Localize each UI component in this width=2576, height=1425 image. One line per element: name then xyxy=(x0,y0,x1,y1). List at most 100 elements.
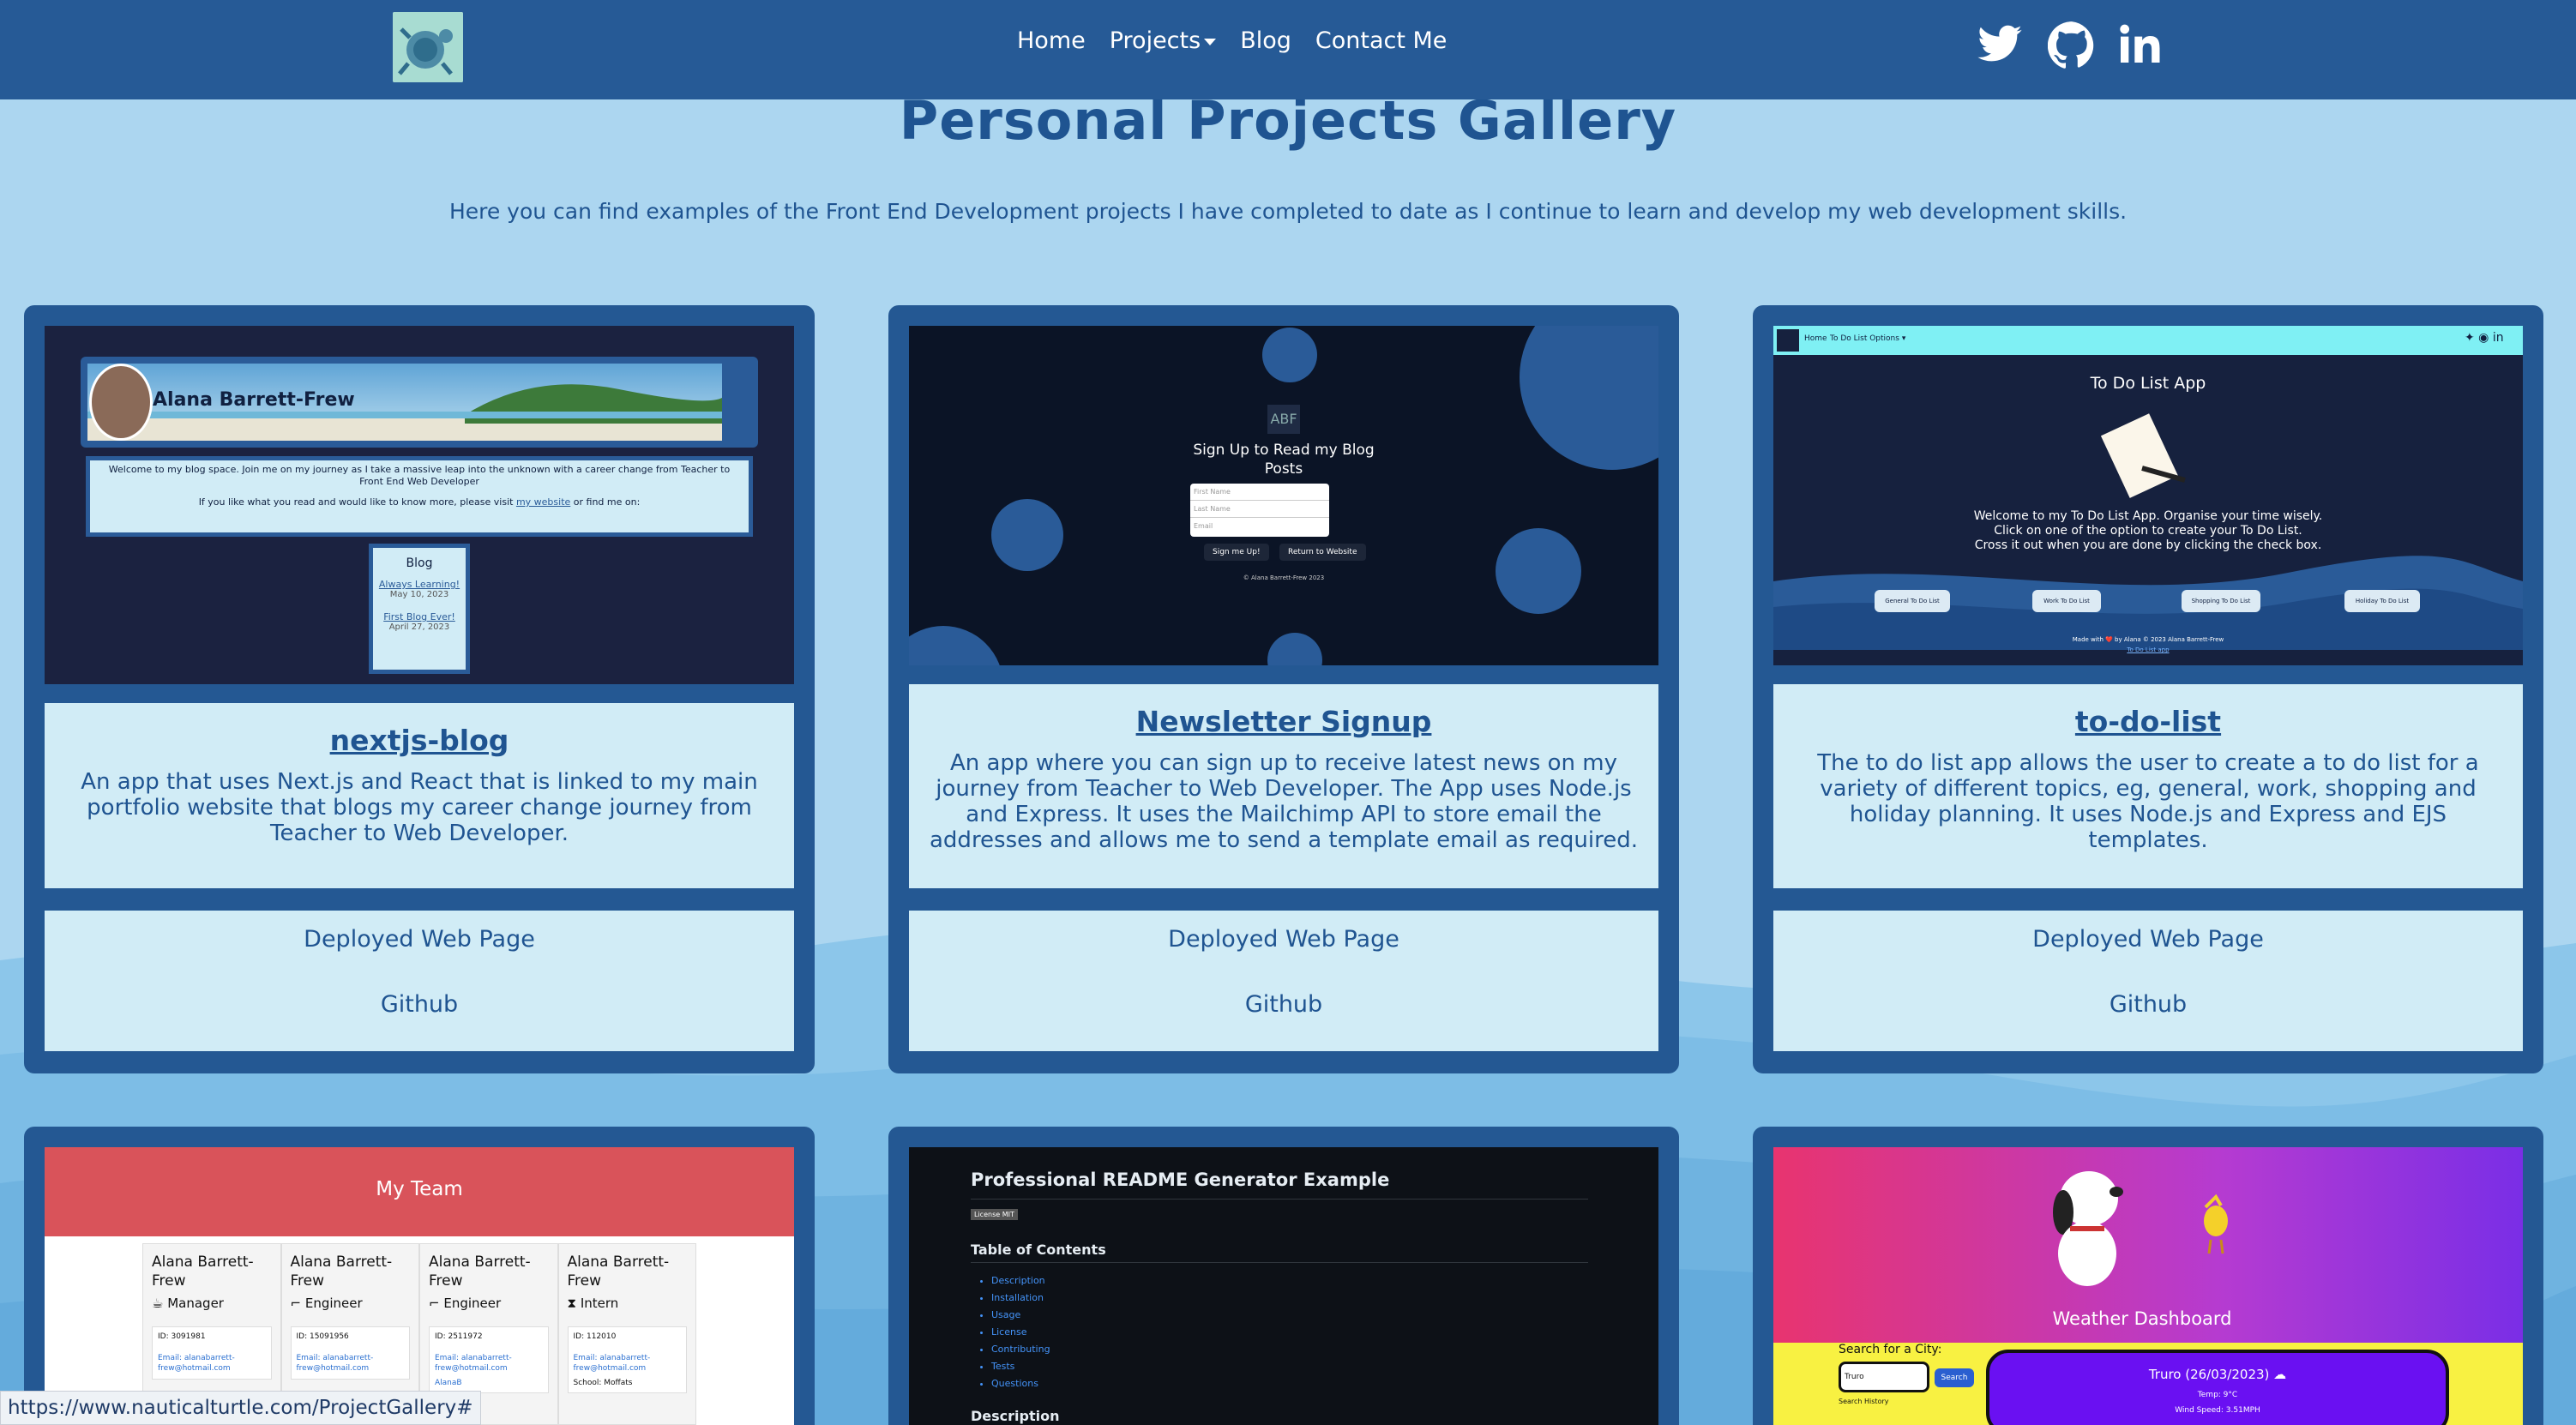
member-name: Alana Barrett-Frew xyxy=(429,1254,531,1290)
card-title-link[interactable]: Newsletter Signup xyxy=(930,705,1638,738)
todo-heading: To Do List App xyxy=(2090,374,2206,393)
toc-link[interactable]: Tests xyxy=(991,1358,1050,1375)
project-card-nextjs-blog: Alana Barrett-Frew Welcome to my blog sp… xyxy=(24,305,815,1073)
signup-heading-line: Posts xyxy=(1264,460,1303,478)
cloud-icon: ☁ xyxy=(2273,1367,2287,1382)
first-name-input[interactable]: First Name xyxy=(1190,484,1329,501)
project-screenshot: Professional README Generator Example Li… xyxy=(909,1147,1658,1425)
toc-link[interactable]: Installation xyxy=(991,1290,1050,1307)
github-link[interactable]: Github xyxy=(909,991,1658,1018)
github-link[interactable]: Github xyxy=(1773,991,2523,1018)
search-label: Search for a City: xyxy=(1839,1343,1942,1356)
todo-list-button[interactable]: Holiday To Do List xyxy=(2344,590,2420,612)
return-website-button[interactable]: Return to Website xyxy=(1279,544,1366,561)
member-id: ID: 112010 xyxy=(573,1332,617,1341)
toc-link[interactable]: Contributing xyxy=(991,1341,1050,1358)
member-role-label: Manager xyxy=(167,1296,224,1311)
sign-me-up-button[interactable]: Sign me Up! xyxy=(1204,544,1269,561)
member-details: ID: 15091956 Email: alanabarrett-frew@ho… xyxy=(290,1326,410,1380)
project-screenshot: ABF Sign Up to Read my Blog Posts First … xyxy=(909,326,1658,665)
toc-list: Description Installation Usage License C… xyxy=(991,1272,1050,1392)
woodstock-image xyxy=(2204,1194,2228,1254)
toc-link[interactable]: License xyxy=(991,1324,1050,1341)
blog-list: Blog Always Learning! May 10, 2023 First… xyxy=(369,544,470,674)
nav-projects-dropdown[interactable]: Projects xyxy=(1110,27,1217,54)
divider xyxy=(971,1199,1588,1200)
nav-home[interactable]: Home xyxy=(1017,27,1086,54)
linkedin-icon[interactable] xyxy=(2115,21,2163,69)
member-id: ID: 15091956 xyxy=(296,1332,349,1341)
todo-list-button[interactable]: Work To Do List xyxy=(2032,590,2101,612)
todo-navbar: Home To Do List Options ▾ ✦ ◉ in xyxy=(1773,326,2523,355)
member-github-link[interactable]: AlanaB xyxy=(435,1379,543,1387)
email-input[interactable]: Email xyxy=(1190,518,1329,535)
deployed-page-link[interactable]: Deployed Web Page xyxy=(1773,926,2523,953)
current-city: Truro (26/03/2023) ☁ xyxy=(1989,1367,2446,1382)
todo-nav-home[interactable]: Home xyxy=(1804,334,1827,343)
twitter-icon[interactable] xyxy=(1976,21,2024,69)
member-name: Alana Barrett-Frew xyxy=(567,1254,670,1290)
member-email-link[interactable]: Email: alanabarrett-frew@hotmail.com xyxy=(574,1353,682,1374)
blog-findme: or find me on: xyxy=(573,496,641,508)
member-email-link[interactable]: Email: alanabarrett-frew@hotmail.com xyxy=(435,1353,543,1374)
blog-visit: If you like what you read and would like… xyxy=(198,496,514,508)
card-description: An app that uses Next.js and React that … xyxy=(81,769,758,846)
card-title-link[interactable]: to-do-list xyxy=(1794,705,2502,738)
turtle-icon xyxy=(393,12,463,82)
card-title-link[interactable]: nextjs-blog xyxy=(65,724,773,757)
member-details: ID: 3091981 Email: alanabarrett-frew@hot… xyxy=(152,1326,272,1380)
project-screenshot: Weather Dashboard Search for a City: Tru… xyxy=(1773,1147,2523,1425)
weather-search-band: Search for a City: Truro Search Search H… xyxy=(1773,1343,2523,1425)
current-city-label: Truro (26/03/2023) xyxy=(2148,1367,2270,1382)
member-school: School: Moffats xyxy=(573,1379,633,1387)
deployed-page-link[interactable]: Deployed Web Page xyxy=(45,926,794,953)
member-name: Alana Barrett-Frew xyxy=(152,1254,254,1290)
todo-intro: Welcome to my To Do List App. Organise y… xyxy=(1773,509,2523,553)
toc-link[interactable]: Description xyxy=(991,1272,1050,1290)
nav-blog[interactable]: Blog xyxy=(1240,27,1291,54)
divider xyxy=(971,1262,1588,1263)
card-links: Deployed Web Page Github xyxy=(45,911,794,1051)
member-details: ID: 112010 Email: alanabarrett-frew@hotm… xyxy=(567,1326,687,1393)
card-body: Newsletter Signup An app where you can s… xyxy=(909,684,1658,888)
member-name: Alana Barrett-Frew xyxy=(290,1254,393,1290)
blog-intro: Welcome to my blog space. Join me on my … xyxy=(86,456,753,537)
member-role: ☕ Manager xyxy=(152,1296,272,1311)
blog-site-link[interactable]: my website xyxy=(516,496,570,508)
nav-links: Home Projects Blog Contact Me xyxy=(1017,27,1471,54)
search-button[interactable]: Search xyxy=(1935,1368,1974,1387)
team-heading: My Team xyxy=(376,1178,463,1200)
last-name-input[interactable]: Last Name xyxy=(1190,501,1329,518)
blog-post-date: May 10, 2023 xyxy=(389,590,449,599)
caret-down-icon xyxy=(1204,38,1217,45)
todo-list-button[interactable]: Shopping To Do List xyxy=(2182,590,2260,612)
turtle-logo[interactable] xyxy=(393,12,463,82)
todo-nav-options[interactable]: To Do List Options ▾ xyxy=(1830,334,1905,343)
toc-link[interactable]: Questions xyxy=(991,1375,1050,1392)
nav-contact[interactable]: Contact Me xyxy=(1315,27,1447,54)
project-card-team-profile: My Team Alana Barrett-Frew ☕ Manager ID:… xyxy=(24,1127,815,1425)
toc-link[interactable]: Usage xyxy=(991,1307,1050,1324)
blog-post-link[interactable]: First Blog Ever! xyxy=(373,611,466,622)
city-search-input[interactable]: Truro xyxy=(1839,1362,1929,1392)
blog-post-link[interactable]: Always Learning! xyxy=(373,579,466,590)
todo-footer-link[interactable]: To Do List app xyxy=(1773,646,2523,653)
member-email-link[interactable]: Email: alanabarrett-frew@hotmail.com xyxy=(158,1353,266,1374)
blog-post-date: April 27, 2023 xyxy=(388,622,450,632)
todo-intro-line: Click on one of the option to create you… xyxy=(1994,524,2302,538)
github-link[interactable]: Github xyxy=(45,991,794,1018)
abf-logo: ABF xyxy=(1267,405,1300,434)
todo-buttons: General To Do List Work To Do List Shopp… xyxy=(1773,590,2523,616)
member-email-link[interactable]: Email: alanabarrett-frew@hotmail.com xyxy=(297,1353,405,1374)
license-badge-label: License MIT xyxy=(974,1211,1014,1218)
card-links: Deployed Web Page Github xyxy=(909,911,1658,1051)
deployed-page-link[interactable]: Deployed Web Page xyxy=(909,926,1658,953)
blog-heading: Blog xyxy=(406,556,433,570)
signup-copyright: © Alana Barrett-Frew 2023 xyxy=(1243,574,1325,581)
project-screenshot: My Team Alana Barrett-Frew ☕ Manager ID:… xyxy=(45,1147,794,1425)
avatar xyxy=(89,364,153,441)
todo-list-button[interactable]: General To Do List xyxy=(1875,590,1950,612)
github-icon[interactable] xyxy=(2048,21,2096,69)
member-details: ID: 2511972 Email: alanabarrett-frew@hot… xyxy=(429,1326,549,1393)
glasses-icon: ⌐ xyxy=(290,1296,305,1311)
